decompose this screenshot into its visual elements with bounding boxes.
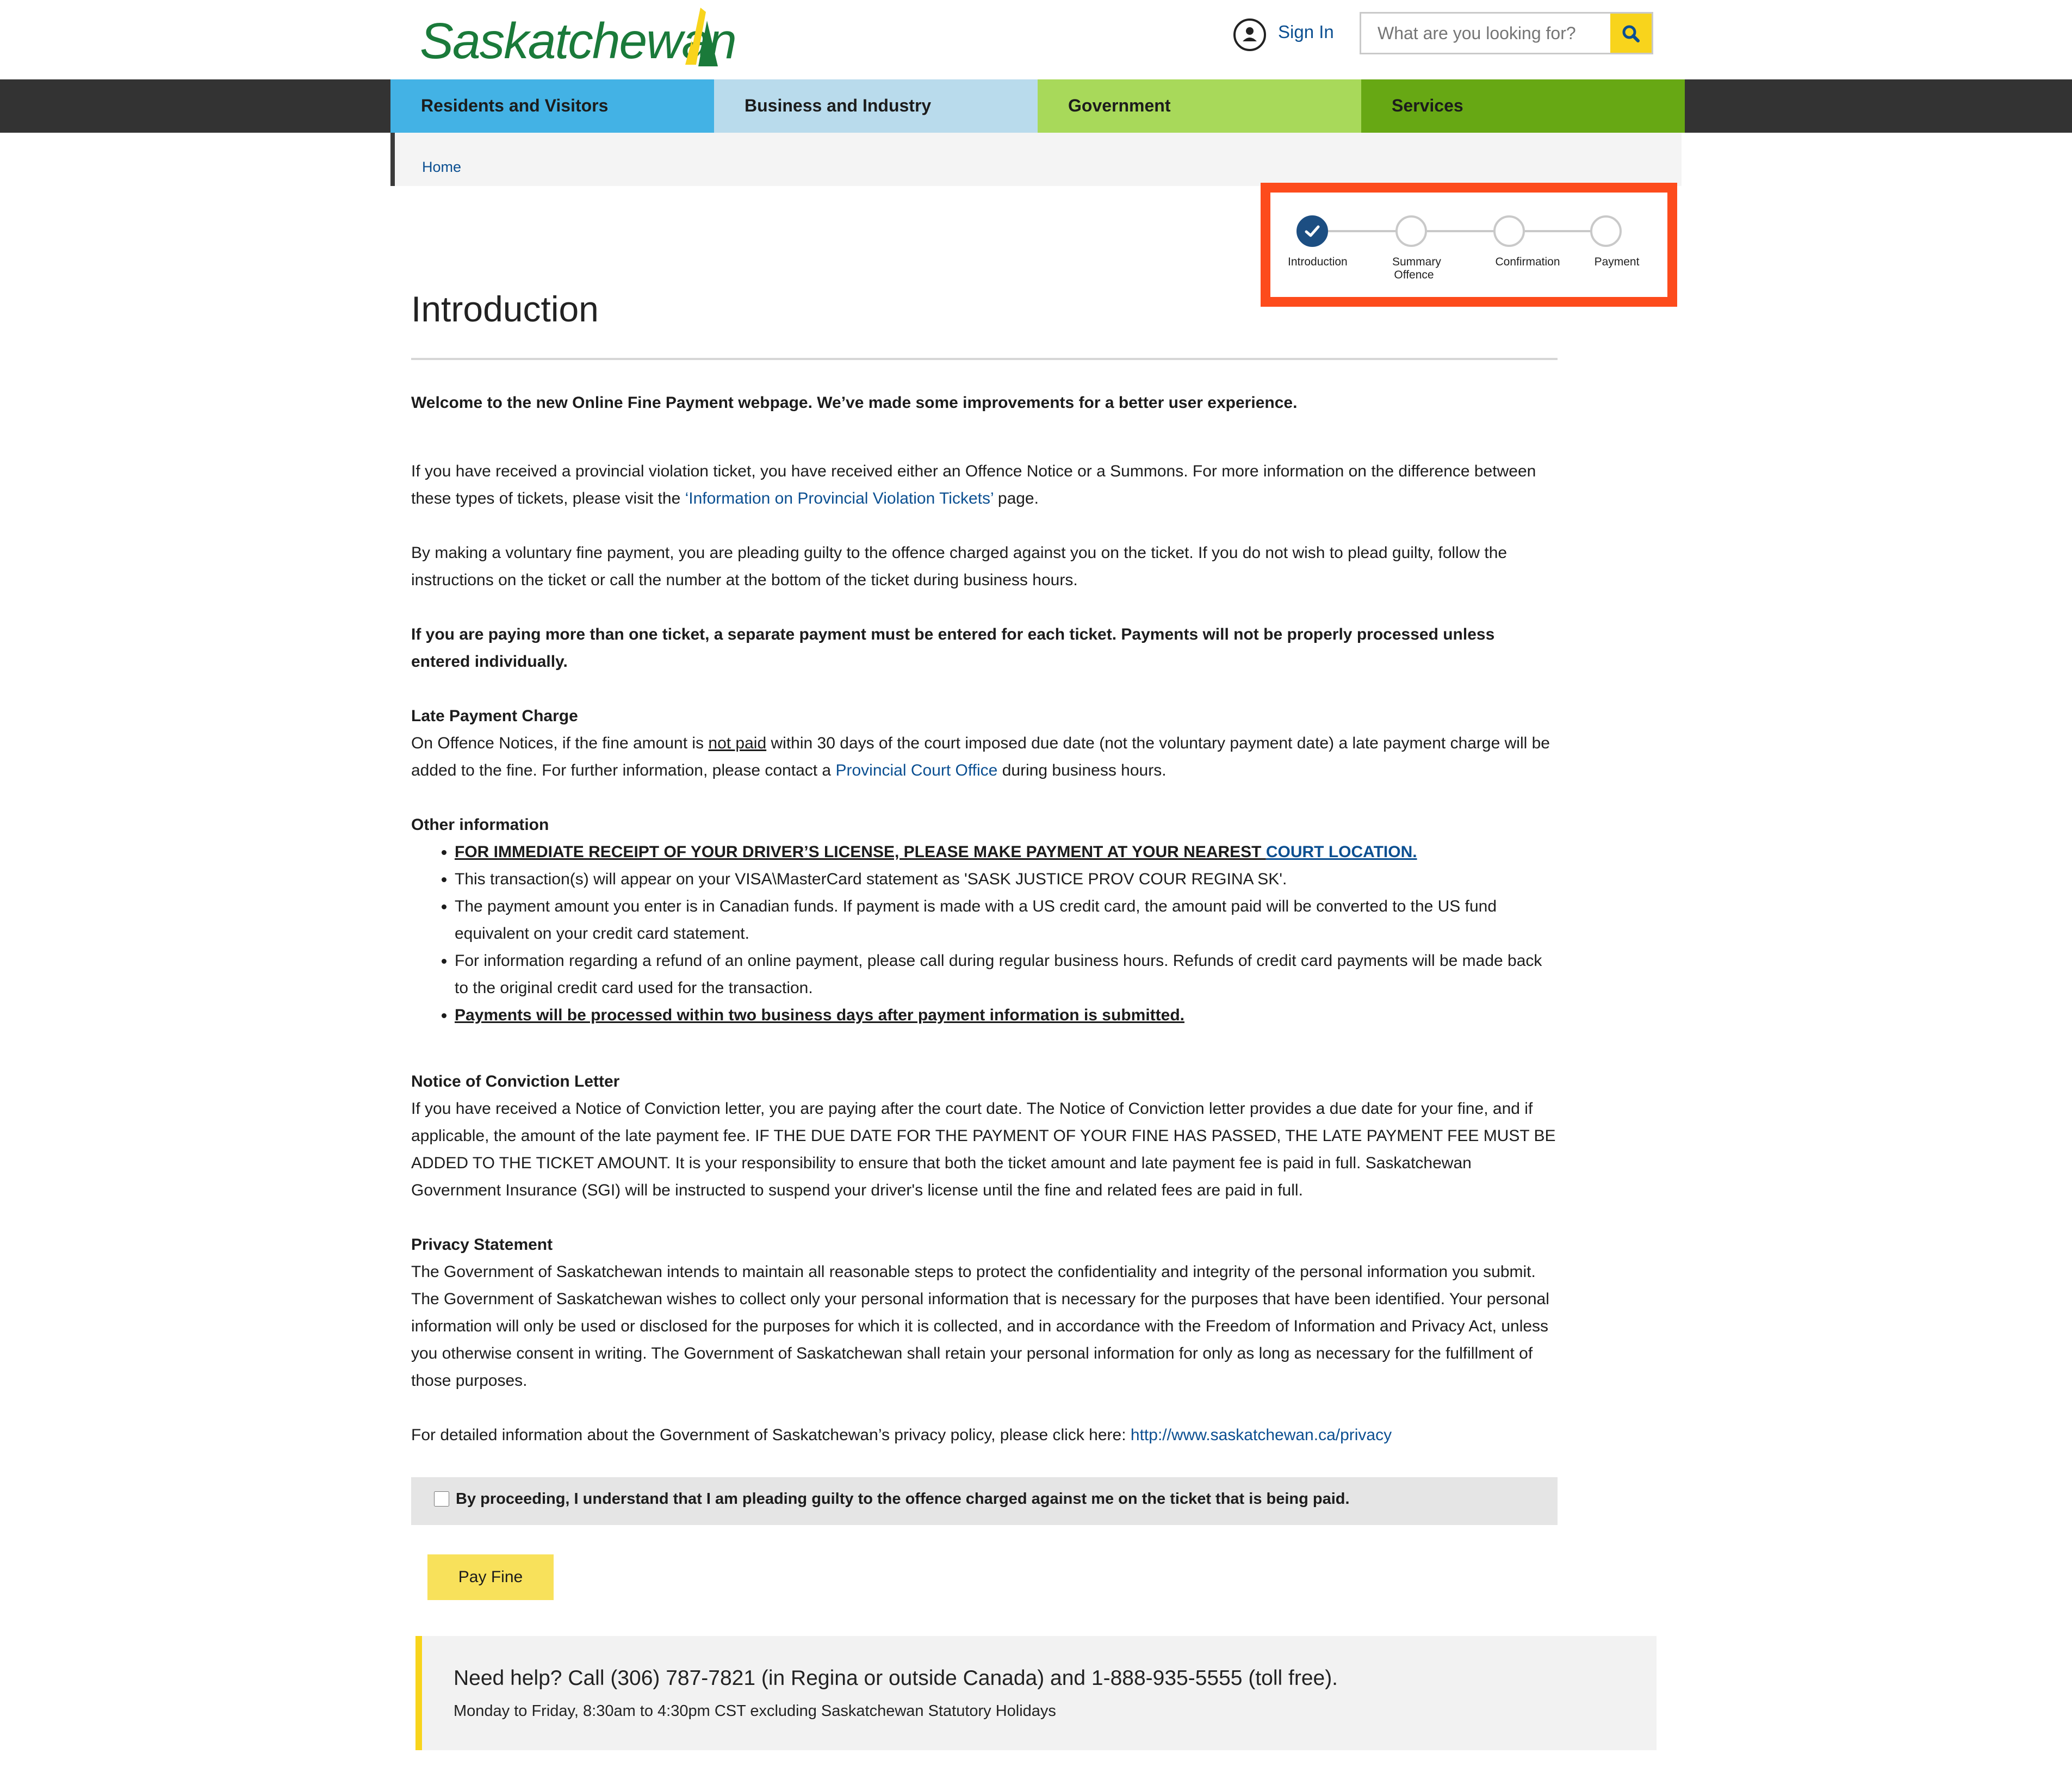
privacy-statement-heading: Privacy Statement [411,1236,553,1254]
late-payment-text-end: during business hours. [997,761,1167,779]
late-payment-heading: Late Payment Charge [411,707,578,725]
guilty-plea-consent-label: By proceeding, I understand that I am pl… [456,1490,1350,1508]
multiple-tickets-text: If you are paying more than one ticket, … [411,625,1495,671]
search-input[interactable] [1361,14,1611,53]
step-summary-offence-circle [1395,215,1427,247]
late-payment-section: Late Payment Charge On Offence Notices, i… [411,703,1558,784]
court-location-link[interactable]: COURT LOCATION. [1266,843,1417,861]
list-item: Payments will be processed within two bu… [455,1002,1558,1029]
late-payment-text: On Offence Notices, if the fine amount i… [411,734,709,752]
privacy-statement-text: The Government of Saskatchewan intends t… [411,1263,1549,1390]
violation-tickets-link[interactable]: ‘Information on Provincial Violation Tic… [685,489,994,507]
page-title: Introduction [411,289,599,329]
list-item: For information regarding a refund of an… [455,947,1558,1002]
search-icon [1622,25,1640,42]
search-button[interactable] [1610,14,1652,53]
plea-paragraph: By making a voluntary fine payment, you … [411,544,1508,589]
step-payment-circle [1590,215,1622,247]
guilty-plea-consent: By proceeding, I understand that I am pl… [411,1477,1558,1525]
step-connector [1523,230,1600,232]
breadcrumb-home-link[interactable]: Home [422,159,461,176]
privacy-statement-section: Privacy Statement The Government of Saska… [411,1231,1558,1394]
nav-residents-and-visitors[interactable]: Residents and Visitors [390,79,714,133]
step-connector [1426,230,1504,232]
not-paid-text: not paid [708,734,767,752]
step-confirmation-circle [1493,215,1525,247]
other-information-section: Other information FOR IMMEDIATE RECEIPT … [411,811,1558,1029]
account-icon[interactable] [1233,18,1266,51]
privacy-policy-text: For detailed information about the Gover… [411,1426,1131,1444]
list-item: The payment amount you enter is in Canad… [455,893,1558,947]
multiple-tickets-warning: If you are paying more than one ticket, … [411,621,1558,675]
list-item: This transaction(s) will appear on your … [455,866,1558,893]
breadcrumb [390,133,1682,186]
other-information-heading: Other information [411,816,549,834]
pay-fine-button[interactable]: Pay Fine [427,1554,554,1600]
privacy-policy-link[interactable]: http://www.saskatchewan.ca/privacy [1131,1426,1392,1444]
notice-of-conviction-heading: Notice of Conviction Letter [411,1073,620,1090]
step-introduction-label: Introduction [1288,256,1348,268]
list-item: FOR IMMEDIATE RECEIPT OF YOUR DRIVER’S L… [455,839,1558,866]
intro-paragraph: If you have received a provincial violat… [411,458,1558,512]
step-introduction-circle [1296,215,1328,247]
step-summary-offence-label: Summary Offence [1392,256,1441,281]
nav-government[interactable]: Government [1038,79,1361,133]
wheat-logo-icon [685,8,718,66]
search-form [1360,12,1653,54]
welcome-text: Welcome to the new Online Fine Payment w… [411,394,1298,412]
main-content: Welcome to the new Online Fine Payment w… [411,389,1558,1476]
drivers-license-notice: FOR IMMEDIATE RECEIPT OF YOUR DRIVER’S L… [455,843,1266,861]
title-divider [411,358,1558,360]
processing-time-notice: Payments will be processed within two bu… [455,1006,1184,1024]
help-phone-text: Need help? Call (306) 787-7821 (in Regin… [454,1666,1338,1690]
provincial-court-office-link[interactable]: Provincial Court Office [835,761,997,779]
step-confirmation-label: Confirmation [1495,256,1560,268]
checkmark-icon [1305,225,1320,237]
nav-services[interactable]: Services [1361,79,1685,133]
progress-highlight [1261,183,1677,307]
help-hours-text: Monday to Friday, 8:30am to 4:30pm CST e… [454,1702,1056,1720]
intro-text-end: page. [993,489,1039,507]
privacy-policy-paragraph: For detailed information about the Gover… [411,1422,1558,1449]
nav-business-and-industry[interactable]: Business and Industry [714,79,1038,133]
other-information-list: FOR IMMEDIATE RECEIPT OF YOUR DRIVER’S L… [411,839,1558,1029]
notice-of-conviction-text: If you have received a Notice of Convict… [411,1100,1556,1199]
notice-of-conviction-section: Notice of Conviction Letter If you have r… [411,1068,1558,1204]
step-payment-label: Payment [1594,256,1640,268]
sign-in-link[interactable]: Sign In [1278,22,1334,42]
guilty-plea-checkbox[interactable] [434,1491,449,1507]
help-callout: Need help? Call (306) 787-7821 (in Regin… [415,1636,1657,1750]
